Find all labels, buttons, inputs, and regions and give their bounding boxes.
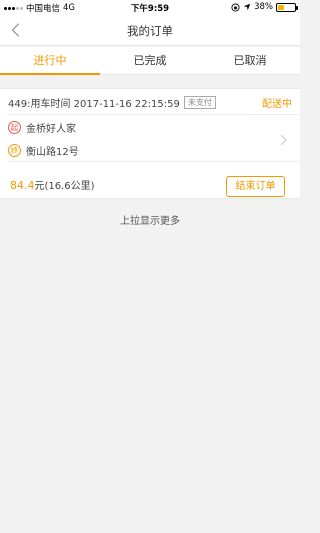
price-suffix: 元(16.6公里) [34,181,95,192]
tab-completed[interactable]: 已完成 [100,47,200,74]
status-right: 38% [231,2,298,12]
start-marker-icon: 起 [8,121,21,134]
rotation-lock-icon [231,2,240,12]
end-order-button[interactable]: 结束订单 [226,176,285,197]
payment-status-badge: 未支付 [183,95,216,109]
tab-in-progress[interactable]: 进行中 [0,47,100,75]
chevron-right-icon[interactable] [280,134,288,146]
order-status: 配送中 [262,98,292,110]
price-amount: 84.4 [10,179,35,192]
status-bar: 中国电信 4G 下午9:59 38% [0,0,300,15]
order-header: 449:用车时间 2017-11-16 22:15:59 [8,98,180,110]
battery-percent: 38% [254,2,273,12]
start-address: 金桥好人家 [26,124,76,135]
divider [8,114,300,115]
order-card[interactable]: 449:用车时间 2017-11-16 22:15:59 未支付 配送中 起 金… [0,88,300,199]
page-title: 我的订单 [127,24,173,38]
pull-more-hint: 上拉显示更多 [120,216,180,227]
end-address-row: 终 衡山路12号 [8,143,79,158]
order-price: 84.4元(16.6公里) [10,177,95,192]
end-marker-icon: 终 [8,144,21,157]
end-address: 衡山路12号 [26,147,79,158]
start-address-row: 起 金桥好人家 [8,120,76,135]
location-arrow-icon [243,3,251,11]
order-tabs: 进行中 已完成 已取消 [0,47,300,75]
tab-cancelled[interactable]: 已取消 [200,47,300,74]
battery-icon [276,2,298,12]
divider [8,161,300,162]
nav-bar: 我的订单 [0,15,300,46]
order-header-row: 449:用车时间 2017-11-16 22:15:59 未支付 配送中 [8,94,292,110]
